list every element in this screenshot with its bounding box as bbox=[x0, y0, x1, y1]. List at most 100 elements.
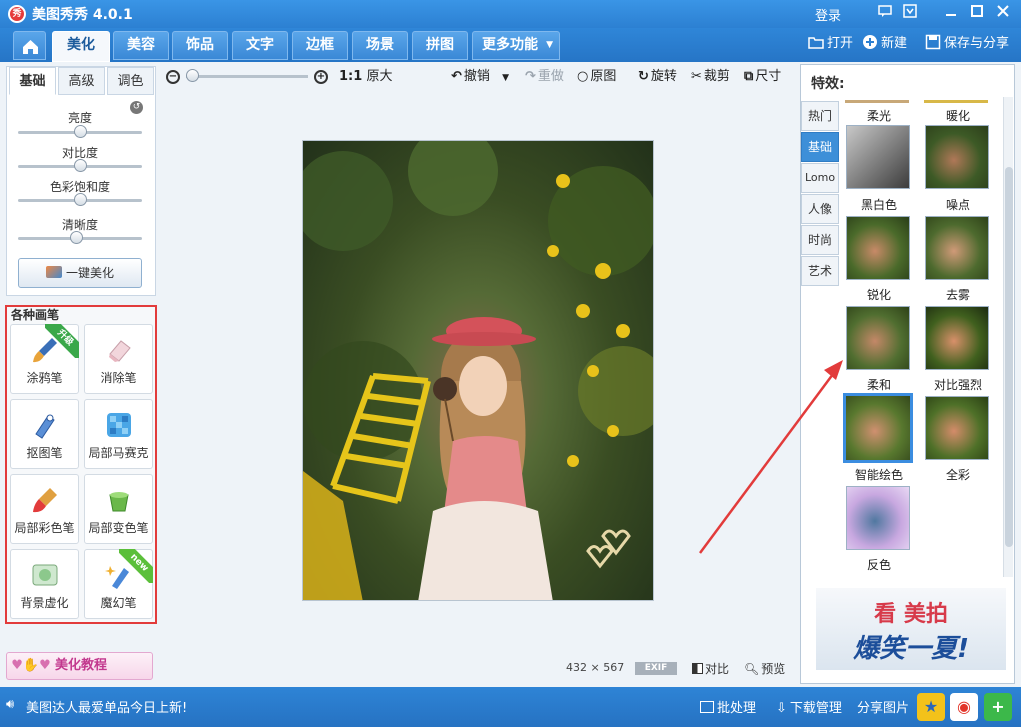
tab-more-features[interactable]: 更多功能 ▼ bbox=[472, 31, 560, 60]
effect-label-noise: 噪点 bbox=[945, 198, 970, 212]
tab-beautify[interactable]: 美化 bbox=[52, 31, 110, 62]
effect-thumb-soft[interactable] bbox=[846, 306, 910, 370]
one-key-beautify-button[interactable]: 一键美化 bbox=[18, 258, 142, 288]
tab-collage[interactable]: 拼图 bbox=[412, 31, 468, 60]
subtab-advanced[interactable]: 高级 bbox=[58, 67, 105, 95]
circle-icon: ○ bbox=[577, 69, 589, 84]
tab-scene[interactable]: 场景 bbox=[352, 31, 408, 60]
rotate-button[interactable]: ↻ 旋转 bbox=[638, 69, 677, 85]
batch-label: 批处理 bbox=[717, 701, 757, 716]
subtab-color[interactable]: 调色 bbox=[107, 67, 154, 95]
undo-dropdown-icon[interactable]: ▼ bbox=[502, 73, 509, 83]
recolor-brush-button[interactable]: 局部变色笔 bbox=[84, 474, 153, 544]
close-icon[interactable] bbox=[992, 4, 1014, 24]
open-button[interactable]: 打开 bbox=[808, 34, 853, 53]
star-share-icon[interactable]: ★ bbox=[917, 693, 945, 721]
cutout-brush-button[interactable]: 抠图笔 bbox=[10, 399, 79, 469]
zoom-slider-knob[interactable] bbox=[186, 69, 199, 82]
sharpness-label: 清晰度 bbox=[61, 218, 98, 232]
cutout-brush-label: 抠图笔 bbox=[26, 446, 63, 460]
undo-button[interactable]: ↶ 撤销 ▼ bbox=[451, 69, 509, 86]
contrast-knob[interactable] bbox=[74, 159, 87, 172]
beautify-tutorial-button[interactable]: ♥✋♥ 美化教程 bbox=[6, 652, 153, 680]
effects-scrollbar[interactable] bbox=[1003, 97, 1013, 577]
effect-thumb-sharpen[interactable] bbox=[846, 216, 910, 280]
edited-photo[interactable] bbox=[302, 140, 654, 601]
zoom-slider[interactable] bbox=[186, 75, 308, 78]
login-link[interactable]: 登录 bbox=[815, 5, 841, 24]
effect-label-soft: 柔和 bbox=[866, 378, 891, 392]
doodle-brush-button[interactable]: 涂鸦笔 升级 bbox=[10, 324, 79, 394]
category-fashion[interactable]: 时尚 bbox=[801, 225, 839, 255]
effect-thumb-soft-light[interactable] bbox=[845, 100, 909, 103]
skin-icon[interactable] bbox=[899, 4, 921, 24]
crop-button[interactable]: ✂ 裁剪 bbox=[691, 69, 730, 85]
saturation-slider[interactable] bbox=[18, 193, 142, 206]
undo-icon: ↶ bbox=[451, 69, 462, 84]
color-brush-button[interactable]: 局部彩色笔 bbox=[10, 474, 79, 544]
redo-label: 重做 bbox=[537, 69, 564, 84]
original-size-label: 原大 bbox=[366, 69, 393, 84]
meipai-ad-banner[interactable]: 看 美拍 爆笑一夏! bbox=[816, 588, 1006, 670]
original-size-button[interactable]: 1:1 原大 bbox=[339, 69, 392, 85]
category-art[interactable]: 艺术 bbox=[801, 256, 839, 286]
tab-frame[interactable]: 边框 bbox=[292, 31, 348, 60]
subtab-basic[interactable]: 基础 bbox=[9, 67, 56, 95]
save-share-button[interactable]: 保存与分享 bbox=[925, 34, 1009, 53]
effect-thumb-black-white[interactable] bbox=[846, 125, 910, 189]
mosaic-brush-button[interactable]: 局部马赛克 bbox=[84, 399, 153, 469]
maximize-icon[interactable] bbox=[966, 4, 988, 24]
add-share-icon[interactable]: + bbox=[984, 693, 1012, 721]
new-button[interactable]: 新建 bbox=[862, 34, 907, 53]
saturation-knob[interactable] bbox=[74, 193, 87, 206]
category-lomo[interactable]: Lomo bbox=[801, 163, 839, 193]
brush-panel-title: 各种画笔 bbox=[11, 308, 60, 322]
brightness-knob[interactable] bbox=[74, 125, 87, 138]
news-ticker[interactable]: 美图达人最爱单品今日上新! bbox=[26, 697, 187, 716]
eraser-brush-button[interactable]: 消除笔 bbox=[84, 324, 153, 394]
zoom-out-icon[interactable]: − bbox=[166, 70, 180, 84]
redo-button[interactable]: ↷ 重做 bbox=[525, 69, 564, 85]
contrast-slider[interactable] bbox=[18, 159, 142, 172]
original-image-button[interactable]: ○ 原图 bbox=[577, 69, 616, 85]
effect-thumb-high-contrast[interactable] bbox=[925, 306, 989, 370]
effect-thumb-smart-color[interactable] bbox=[843, 393, 913, 463]
batch-button[interactable]: 批处理 bbox=[700, 697, 756, 716]
sharpness-slider[interactable] bbox=[18, 231, 142, 244]
category-basic[interactable]: 基础 bbox=[801, 132, 839, 162]
color-brush-icon bbox=[32, 488, 57, 513]
exif-button[interactable]: EXIF bbox=[635, 662, 677, 675]
chat-icon[interactable] bbox=[874, 4, 896, 24]
background-blur-label: 背景虚化 bbox=[20, 596, 69, 610]
effect-thumb-full-color[interactable] bbox=[925, 396, 989, 460]
zoom-in-icon[interactable]: + bbox=[314, 70, 328, 84]
preview-label: 预览 bbox=[761, 662, 786, 676]
download-manager-button[interactable]: ⇩ 下载管理 bbox=[776, 697, 842, 716]
effect-thumb-dehaze[interactable] bbox=[925, 216, 989, 280]
main-tab-bar: 美化 美容 饰品 文字 边框 场景 拼图 更多功能 ▼ 打开 新建 保存与分享 bbox=[0, 28, 1021, 62]
preview-button[interactable]: 🔍︎ 预览 bbox=[744, 660, 785, 677]
tab-text[interactable]: 文字 bbox=[232, 31, 288, 60]
effect-thumb-warm[interactable] bbox=[924, 100, 988, 103]
upgrade-badge: 升级 bbox=[45, 324, 79, 358]
effects-scrollbar-thumb[interactable] bbox=[1005, 167, 1013, 547]
effect-thumb-noise[interactable] bbox=[925, 125, 989, 189]
home-tab[interactable] bbox=[13, 31, 46, 60]
minimize-icon[interactable] bbox=[940, 4, 962, 24]
sharpness-knob[interactable] bbox=[70, 231, 84, 244]
effect-thumb-invert[interactable] bbox=[846, 486, 910, 550]
effect-label-sharpen: 锐化 bbox=[866, 288, 891, 302]
weibo-icon[interactable]: ◉ bbox=[950, 693, 978, 721]
brightness-slider[interactable] bbox=[18, 125, 142, 138]
scissors-icon: ✂ bbox=[691, 69, 702, 84]
effects-title: 特效: bbox=[811, 76, 845, 92]
background-blur-button[interactable]: 背景虚化 bbox=[10, 549, 79, 619]
tab-accessories[interactable]: 饰品 bbox=[172, 31, 228, 60]
compare-button[interactable]: 对比 bbox=[692, 660, 729, 677]
resize-button[interactable]: ⧉ 尺寸 bbox=[744, 69, 781, 85]
original-image-label: 原图 bbox=[590, 69, 617, 84]
magic-brush-button[interactable]: 魔幻笔 new bbox=[84, 549, 153, 619]
category-hot[interactable]: 热门 bbox=[801, 101, 839, 131]
category-portrait[interactable]: 人像 bbox=[801, 194, 839, 224]
tab-beauty[interactable]: 美容 bbox=[113, 31, 169, 60]
